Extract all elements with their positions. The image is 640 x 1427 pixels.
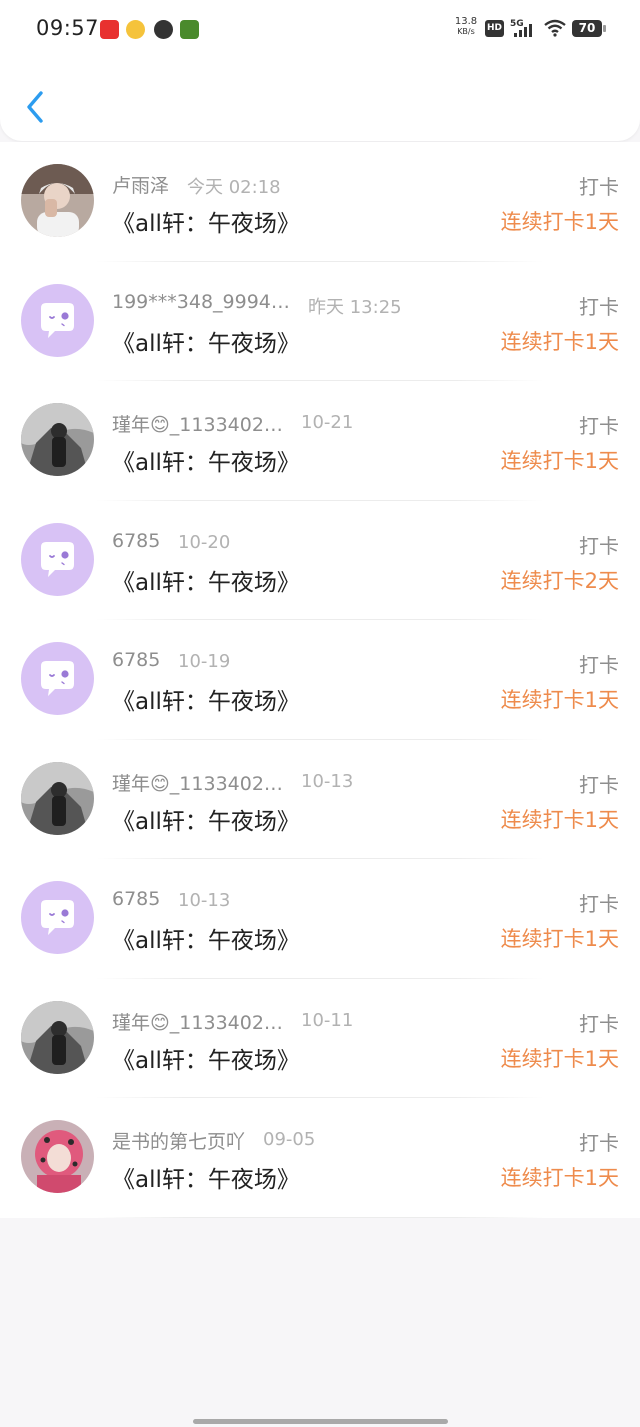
avatar[interactable]	[21, 881, 94, 954]
checkin-date: 10-21	[301, 412, 354, 433]
checkin-action-label: 打卡	[579, 175, 619, 199]
streak-label: 连续打卡1天	[500, 329, 619, 354]
battery-level: 70	[578, 21, 596, 35]
status-time: 09:57	[36, 16, 100, 40]
default-chat-avatar-icon	[21, 642, 94, 715]
book-title[interactable]: 《all轩：午夜场》	[112, 682, 300, 716]
book-title[interactable]: 《all轩：午夜场》	[112, 802, 300, 836]
avatar[interactable]	[21, 761, 94, 835]
user-name[interactable]: 6785	[112, 649, 160, 671]
checkin-date: 10-13	[178, 890, 231, 911]
avatar[interactable]	[21, 164, 94, 237]
avatar[interactable]	[21, 1000, 94, 1074]
book-title[interactable]: 《all轩：午夜场》	[112, 1041, 300, 1075]
back-button[interactable]	[20, 88, 52, 126]
streak-label: 连续打卡1天	[500, 1166, 619, 1190]
checkin-date: 昨天 13:25	[308, 296, 402, 318]
checkin-date: 10-20	[178, 531, 231, 553]
checkin-action-label: 打卡	[579, 772, 619, 797]
streak-label: 连续打卡1天	[500, 688, 619, 712]
user-photo-icon	[21, 403, 94, 476]
avatar[interactable]	[21, 403, 94, 476]
checkin-action-label: 打卡	[579, 1011, 619, 1036]
wifi-icon	[544, 19, 566, 37]
network-speed: 13.8 KB/s	[454, 16, 478, 37]
book-title[interactable]: 《all轩：午夜场》	[112, 921, 300, 955]
app-notification-icon	[100, 20, 119, 39]
default-chat-avatar-icon	[21, 522, 94, 596]
checkin-date: 10-19	[178, 651, 231, 672]
checkin-date: 10-11	[301, 1009, 354, 1031]
user-photo-icon	[21, 164, 94, 237]
checkin-record-list: 卢雨泽 今天 02:18 《all轩：午夜场》 打卡 连续打卡1天 199***…	[0, 142, 640, 1218]
checkin-action-label: 打卡	[579, 653, 619, 677]
user-name[interactable]: 瑾年😊_1133402…	[112, 410, 283, 437]
user-name[interactable]: 199***348_9994…	[112, 291, 290, 313]
checkin-action-label: 打卡	[579, 294, 619, 319]
checkin-action-label: 打卡	[579, 414, 619, 438]
checkin-date: 10-13	[301, 770, 354, 792]
hd-icon: HD	[485, 20, 504, 37]
status-bar: 09:57 13.8 KB/s HD 5G 70	[0, 0, 640, 58]
list-item[interactable]: 卢雨泽 今天 02:18 《all轩：午夜场》 打卡 连续打卡1天	[0, 142, 640, 262]
user-name[interactable]: 6785	[112, 530, 160, 552]
list-item[interactable]: 瑾年😊_1133402… 10-21 《all轩：午夜场》 打卡 连续打卡1天	[0, 381, 640, 501]
checkin-date: 今天 02:18	[187, 177, 281, 198]
list-item[interactable]: 是书的第七页吖 09-05 《all轩：午夜场》 打卡 连续打卡1天	[0, 1098, 640, 1218]
book-title[interactable]: 《all轩：午夜场》	[112, 204, 300, 238]
book-title[interactable]: 《all轩：午夜场》	[112, 324, 300, 358]
user-name[interactable]: 瑾年😊_1133402…	[112, 769, 283, 796]
home-indicator[interactable]	[193, 1419, 448, 1424]
streak-label: 连续打卡1天	[500, 210, 619, 234]
signal-5g-icon: 5G	[510, 19, 532, 37]
user-photo-icon	[21, 1120, 94, 1193]
book-title[interactable]: 《all轩：午夜场》	[112, 1160, 300, 1194]
streak-label: 连续打卡1天	[500, 927, 619, 951]
chevron-left-icon	[27, 91, 43, 123]
divider	[96, 1216, 544, 1218]
checkin-action-label: 打卡	[579, 1131, 619, 1155]
list-item[interactable]: 瑾年😊_1133402… 10-13 《all轩：午夜场》 打卡 连续打卡1天	[0, 740, 640, 859]
avatar[interactable]	[21, 1120, 94, 1193]
network-type-label: 5G	[510, 19, 524, 29]
list-item[interactable]: 瑾年😊_1133402… 10-11 《all轩：午夜场》 打卡 连续打卡1天	[0, 979, 640, 1098]
streak-label: 连续打卡1天	[500, 1046, 619, 1071]
user-name[interactable]: 卢雨泽	[112, 171, 169, 198]
list-item[interactable]: 199***348_9994… 昨天 13:25 《all轩：午夜场》 打卡 连…	[0, 262, 640, 381]
streak-label: 连续打卡1天	[500, 807, 619, 832]
avatar[interactable]	[21, 522, 94, 596]
list-item[interactable]: 6785 10-20 《all轩：午夜场》 打卡 连续打卡2天	[0, 501, 640, 620]
list-item[interactable]: 6785 10-19 《all轩：午夜场》 打卡 连续打卡1天	[0, 620, 640, 740]
checkin-action-label: 打卡	[579, 892, 619, 916]
game-notification-icon	[180, 20, 199, 39]
top-header: 09:57 13.8 KB/s HD 5G 70	[0, 0, 640, 141]
book-title[interactable]: 《all轩：午夜场》	[112, 563, 300, 597]
avatar[interactable]	[21, 283, 94, 357]
default-chat-avatar-icon	[21, 283, 94, 357]
checkin-date: 09-05	[263, 1129, 316, 1150]
streak-label: 连续打卡1天	[500, 449, 619, 473]
user-photo-icon	[21, 761, 94, 835]
weibo-notification-icon	[126, 20, 145, 39]
user-photo-icon	[21, 1000, 94, 1074]
app-notification-icon	[154, 20, 173, 39]
default-chat-avatar-icon	[21, 881, 94, 954]
user-name[interactable]: 是书的第七页吖	[112, 1127, 245, 1154]
checkin-action-label: 打卡	[579, 533, 619, 558]
list-item[interactable]: 6785 10-13 《all轩：午夜场》 打卡 连续打卡1天	[0, 859, 640, 979]
avatar[interactable]	[21, 642, 94, 715]
streak-label: 连续打卡2天	[500, 568, 619, 593]
user-name[interactable]: 6785	[112, 888, 160, 910]
book-title[interactable]: 《all轩：午夜场》	[112, 443, 300, 477]
user-name[interactable]: 瑾年😊_1133402…	[112, 1008, 283, 1035]
